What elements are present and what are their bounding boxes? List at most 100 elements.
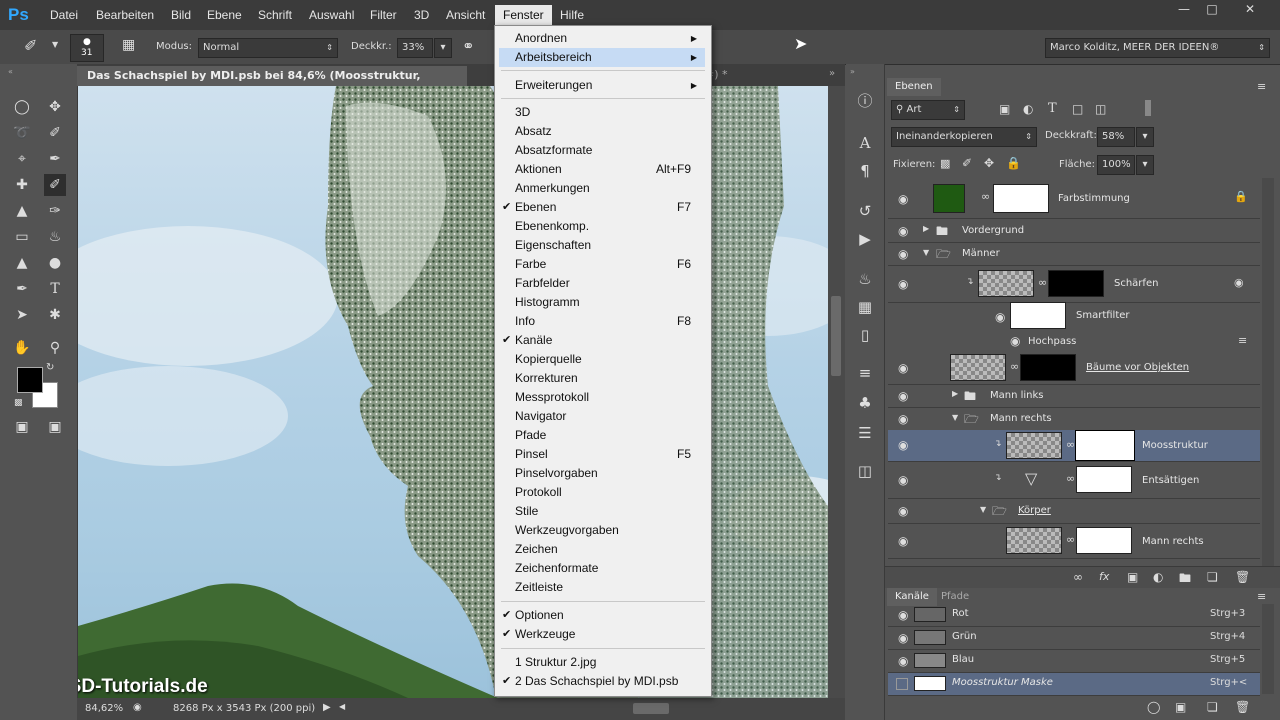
tool-presets-panel-icon[interactable]: ☰ [854, 422, 876, 444]
shape-filter-icon[interactable]: □ [1072, 102, 1083, 116]
minimize-icon[interactable]: — [1170, 2, 1198, 19]
scroll-left-icon[interactable]: ◀ [339, 702, 345, 711]
brush-tool-icon[interactable]: ✐ [44, 174, 66, 196]
eye-icon[interactable]: ◉ [995, 310, 1005, 324]
clone-source-panel-icon[interactable]: ♣ [854, 392, 876, 414]
menu-item-eigenschaften[interactable]: Eigenschaften [499, 236, 705, 255]
adjustments-panel-icon[interactable]: ≡ [854, 362, 876, 384]
filter-options-icon[interactable]: ≡ [1238, 334, 1247, 347]
lock-all-icon[interactable]: 🔒 [1006, 156, 1021, 170]
menu-item-zeichen[interactable]: Zeichen [499, 540, 705, 559]
panel-menu-icon[interactable]: ≡ [1257, 590, 1266, 603]
smart-object-filter-icon[interactable]: ◫ [1095, 102, 1106, 116]
foreground-color-swatch[interactable] [17, 367, 43, 393]
channel-row-selected[interactable]: Moosstruktur Maske Strg+< [888, 673, 1260, 696]
brush-panel-icon[interactable]: ▯ [854, 324, 876, 346]
menu-schrift[interactable]: Schrift [258, 8, 292, 22]
blur-tool-icon[interactable]: ▲ [11, 252, 33, 274]
menu-item-anmerkungen[interactable]: Anmerkungen [499, 179, 705, 198]
eye-icon[interactable]: ◉ [898, 389, 908, 403]
shape-tool-icon[interactable]: ✱ [44, 304, 66, 326]
eye-icon[interactable]: ◉ [898, 247, 908, 261]
collapse-arrow-icon[interactable]: ▼ [980, 505, 986, 514]
blend-mode-select[interactable]: Ineinanderkopieren ⇕ [891, 127, 1037, 147]
menu-item-zeitleiste[interactable]: Zeitleiste [499, 578, 705, 597]
filter-toggle[interactable] [1145, 100, 1151, 116]
smart-filter-row[interactable]: ◉ Smartfilter ◉ Hochpass ≡ [888, 302, 1260, 352]
fill-input[interactable]: 100% [1097, 155, 1135, 175]
horizontal-scroll-thumb[interactable] [633, 703, 669, 714]
path-select-tool-icon[interactable]: ➤ [11, 304, 33, 326]
eye-icon[interactable]: ◉ [898, 654, 908, 668]
menu-datei[interactable]: Datei [50, 8, 78, 22]
menu-item-anordnen[interactable]: Anordnen ▶ [499, 29, 705, 48]
opacity-slider-button[interactable]: ▾ [1136, 127, 1154, 147]
eye-icon[interactable]: ◉ [898, 192, 908, 206]
vertical-scrollbar[interactable] [828, 86, 845, 698]
menu-item-farbfelder[interactable]: Farbfelder [499, 274, 705, 293]
menu-item-ebenenkomp[interactable]: Ebenenkomp. [499, 217, 705, 236]
menu-ebene[interactable]: Ebene [207, 8, 242, 22]
fill-slider-button[interactable]: ▾ [1136, 155, 1154, 175]
brush-panel-icon[interactable]: ▦ [122, 37, 135, 53]
mask-thumb[interactable] [1048, 270, 1104, 297]
menu-item-stile[interactable]: Stile [499, 502, 705, 521]
layer-row-selected[interactable]: ◉ ↴ ∞ Moosstruktur [888, 430, 1260, 462]
channel-row[interactable]: ◉ Grün Strg+4 [888, 627, 1260, 650]
menu-filter[interactable]: Filter [370, 8, 397, 22]
layer-row[interactable]: ◉ ↴ ∞ Schärfen ◉ [888, 266, 1260, 303]
tab-overflow-icon[interactable]: » [829, 68, 835, 79]
lock-transparency-icon[interactable]: ▩ [940, 157, 950, 170]
menu-item-arbeitsbereich[interactable]: Arbeitsbereich ▶ [499, 48, 705, 67]
marquee-tool-icon[interactable]: ◯ [11, 96, 33, 118]
menu-item-absatzformate[interactable]: Absatzformate [499, 141, 705, 160]
menu-item-zeichenformate[interactable]: Zeichenformate [499, 559, 705, 578]
menu-ansicht[interactable]: Ansicht [446, 8, 485, 22]
collapse-arrow-icon[interactable]: ▼ [952, 413, 958, 422]
collapse-icon[interactable]: » [850, 67, 855, 76]
mask-thumb[interactable] [993, 184, 1049, 213]
menu-item-korrekturen[interactable]: Korrekturen [499, 369, 705, 388]
menu-auswahl[interactable]: Auswahl [309, 8, 354, 22]
menu-item-pfade[interactable]: Pfade [499, 426, 705, 445]
menu-item-aktionen[interactable]: Aktionen Alt+F9 [499, 160, 705, 179]
character-panel-icon[interactable]: A [854, 132, 876, 154]
stamp-tool-icon[interactable]: ▲ [11, 200, 33, 222]
screen-mode-icon[interactable]: ▣ [44, 416, 66, 438]
deckkraft-input[interactable]: 33% [397, 38, 433, 58]
history-brush-tool-icon[interactable]: ✑ [44, 200, 66, 222]
maximize-icon[interactable]: □ [1198, 2, 1226, 19]
eraser-tool-icon[interactable]: ▭ [11, 226, 33, 248]
menu-item-absatz[interactable]: Absatz [499, 122, 705, 141]
save-selection-icon[interactable]: ▣ [1175, 700, 1186, 714]
layer-opacity-input[interactable]: 58% [1097, 127, 1135, 147]
eye-icon[interactable]: ◉ [898, 534, 908, 548]
hand-tool-icon[interactable]: ✋ [11, 337, 33, 359]
eyedropper-tool-icon[interactable]: ✒ [44, 148, 66, 170]
menu-item-pinselvorgaben[interactable]: Pinselvorgaben [499, 464, 705, 483]
layers-scrollbar[interactable] [1262, 178, 1274, 566]
layer-group-row[interactable]: ◉ ▼ 🗁 Körper [888, 499, 1260, 524]
quick-mask-icon[interactable]: ▣ [11, 416, 33, 438]
load-selection-icon[interactable]: ◯ [1147, 700, 1160, 714]
tab-ebenen[interactable]: Ebenen [887, 78, 941, 96]
lasso-tool-icon[interactable]: ➰ [11, 122, 33, 144]
new-layer-icon[interactable]: ❏ [1207, 570, 1218, 584]
zoom-tool-icon[interactable]: ⚲ [44, 337, 66, 359]
brush-tool-icon[interactable]: ✐ [24, 36, 37, 55]
bucket-tool-icon[interactable]: ♨ [44, 226, 66, 248]
menu-item-ebenen[interactable]: ✔ Ebenen F7 [499, 198, 705, 217]
filter-mask-thumb[interactable] [1010, 302, 1066, 329]
menu-item-recent-file-2[interactable]: ✔ 2 Das Schachspiel by MDI.psb [499, 672, 705, 691]
brush-preset-picker[interactable]: ● 31 [70, 34, 104, 62]
menu-item-werkzeugvorgaben[interactable]: Werkzeugvorgaben [499, 521, 705, 540]
menu-item-histogramm[interactable]: Histogramm [499, 293, 705, 312]
chevron-down-icon[interactable]: ▼ [52, 40, 58, 49]
layer-row[interactable]: ◉ ∞ Bäume vor Objekten [888, 352, 1260, 385]
collapse-arrow-icon[interactable]: ▼ [923, 248, 929, 257]
menu-fenster[interactable]: Fenster [495, 5, 552, 25]
expand-arrow-icon[interactable]: ▶ [952, 389, 958, 398]
menu-item-navigator[interactable]: Navigator [499, 407, 705, 426]
trash-icon[interactable]: 🗑 [1235, 570, 1250, 584]
layer-row[interactable]: ◉ ∞ Farbstimmung 🔒 [888, 178, 1260, 219]
